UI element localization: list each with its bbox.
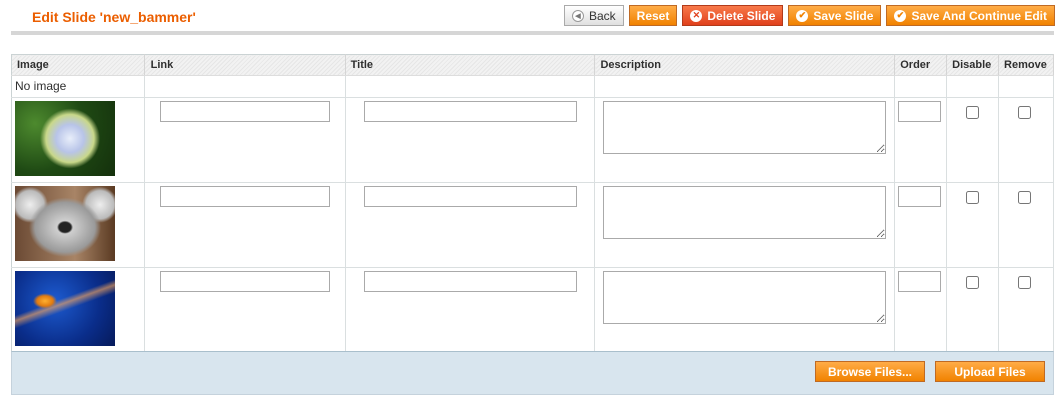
link-input[interactable] xyxy=(159,271,330,292)
divider xyxy=(11,31,1054,35)
save-continue-button[interactable]: ✔ Save And Continue Edit xyxy=(886,5,1055,26)
table-row: No image xyxy=(11,75,1054,98)
back-label: Back xyxy=(588,8,616,23)
save-label: Save Slide xyxy=(813,8,874,23)
header-row: Image Link Title Description Order Disab… xyxy=(11,54,1054,76)
delete-icon: ✕ xyxy=(690,9,703,22)
order-input[interactable] xyxy=(898,101,942,122)
check-icon: ✔ xyxy=(894,9,907,22)
page-title: Edit Slide 'new_bammer' xyxy=(32,9,196,25)
order-input[interactable] xyxy=(898,186,942,207)
delete-label: Delete Slide xyxy=(707,8,776,23)
disable-checkbox[interactable] xyxy=(966,191,980,204)
delete-slide-button[interactable]: ✕ Delete Slide xyxy=(682,5,784,26)
save-slide-button[interactable]: ✔ Save Slide xyxy=(788,5,882,26)
col-title: Title xyxy=(345,54,596,76)
remove-checkbox[interactable] xyxy=(1018,276,1032,289)
slide-image-koala xyxy=(15,186,115,261)
back-arrow-icon: ◀ xyxy=(571,9,584,22)
slide-image-jellyfish xyxy=(15,271,115,346)
col-image: Image xyxy=(11,54,145,76)
upload-files-button[interactable]: Upload Files xyxy=(935,361,1045,382)
remove-checkbox[interactable] xyxy=(1018,106,1032,119)
save-continue-label: Save And Continue Edit xyxy=(911,8,1047,23)
title-input[interactable] xyxy=(363,101,577,122)
table-row xyxy=(11,267,1054,353)
browse-files-button[interactable]: Browse Files... xyxy=(815,361,925,382)
col-remove: Remove xyxy=(998,54,1054,76)
slide-image-flower xyxy=(15,101,115,176)
remove-checkbox[interactable] xyxy=(1018,191,1032,204)
col-disable: Disable xyxy=(946,54,1000,76)
back-button[interactable]: ◀ Back xyxy=(563,5,624,26)
disable-checkbox[interactable] xyxy=(966,276,980,289)
order-input[interactable] xyxy=(898,271,942,292)
title-input[interactable] xyxy=(363,186,577,207)
col-order: Order xyxy=(894,54,948,76)
link-input[interactable] xyxy=(159,186,330,207)
description-textarea[interactable] xyxy=(603,271,887,324)
reset-button[interactable]: Reset xyxy=(628,5,678,26)
upload-footer: Browse Files... Upload Files xyxy=(11,351,1054,395)
no-image-text: No image xyxy=(11,75,145,98)
table-row xyxy=(11,97,1054,183)
col-description: Description xyxy=(594,54,896,76)
title-input[interactable] xyxy=(363,271,577,292)
slides-table: Image Link Title Description Order Disab… xyxy=(11,54,1054,353)
col-link: Link xyxy=(144,54,346,76)
description-textarea[interactable] xyxy=(603,101,887,154)
description-textarea[interactable] xyxy=(603,186,887,239)
link-input[interactable] xyxy=(159,101,330,122)
disable-checkbox[interactable] xyxy=(966,106,980,119)
check-icon: ✔ xyxy=(796,9,809,22)
table-row xyxy=(11,182,1054,268)
